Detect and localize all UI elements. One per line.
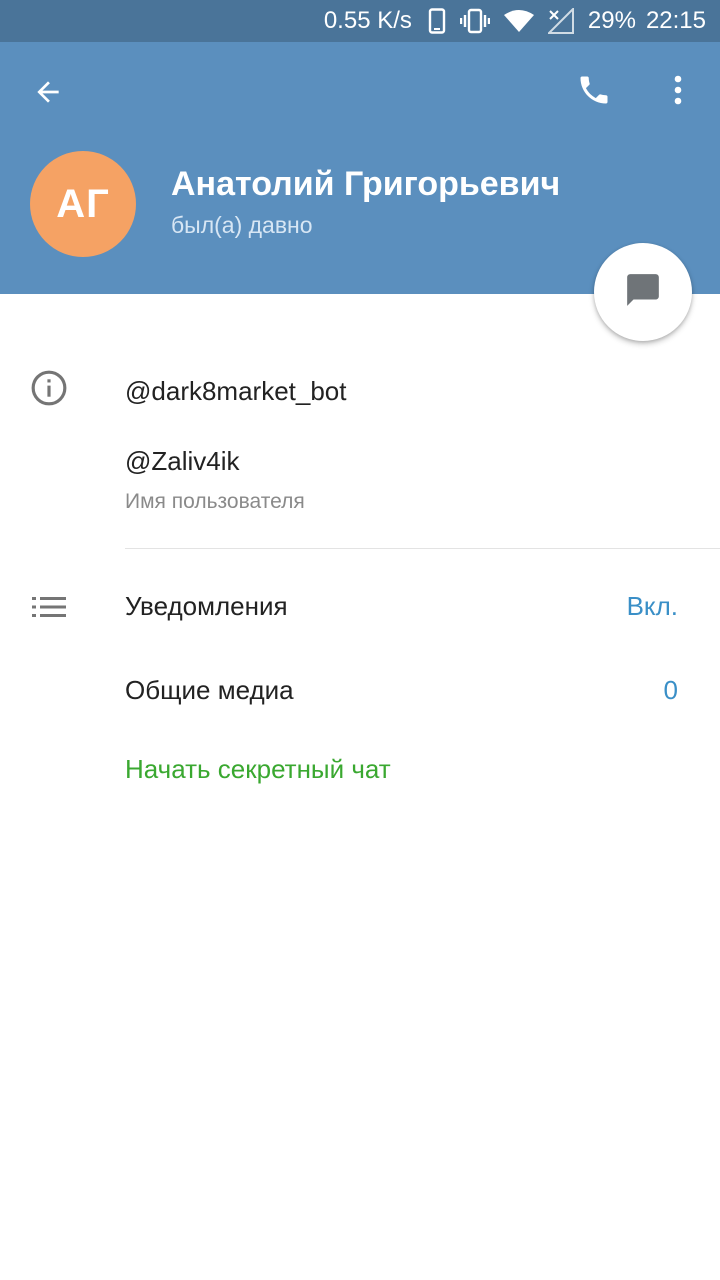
send-message-button[interactable] bbox=[594, 243, 692, 341]
shared-media-count: 0 bbox=[663, 674, 678, 705]
phone-frame-icon bbox=[428, 8, 446, 34]
message-icon bbox=[624, 271, 662, 314]
back-arrow-icon bbox=[32, 76, 64, 113]
avatar-initials: АГ bbox=[56, 181, 110, 226]
last-seen-status: был(а) давно bbox=[171, 212, 313, 238]
clock: 22:15 bbox=[645, 7, 706, 34]
battery-level: 29% bbox=[587, 7, 636, 34]
shared-media-row[interactable]: Общие медиа 0 bbox=[125, 660, 678, 720]
wifi-icon bbox=[503, 9, 534, 33]
phone-call-icon bbox=[576, 72, 612, 113]
start-secret-chat-button[interactable]: Начать секретный чат bbox=[125, 754, 391, 785]
notifications-label: Уведомления bbox=[125, 590, 288, 621]
back-button[interactable] bbox=[24, 70, 72, 118]
no-signal-icon bbox=[547, 8, 574, 34]
list-icon bbox=[32, 596, 66, 618]
info-icon bbox=[30, 369, 68, 407]
notifications-value: Вкл. bbox=[626, 590, 678, 621]
bio-text[interactable]: @dark8market_bot bbox=[125, 376, 347, 407]
notifications-row[interactable]: Уведомления Вкл. bbox=[125, 576, 678, 636]
section-divider bbox=[125, 548, 720, 549]
vibrate-icon bbox=[459, 8, 490, 34]
status-bar: 0.55 K/s 29% 22:15 bbox=[0, 0, 720, 42]
call-button[interactable] bbox=[570, 68, 618, 116]
more-vert-icon bbox=[672, 74, 684, 111]
username-caption: Имя пользователя bbox=[125, 490, 305, 513]
network-speed: 0.55 K/s bbox=[323, 7, 412, 34]
shared-media-label: Общие медиа bbox=[125, 674, 294, 705]
profile-name: Анатолий Григорьевич bbox=[171, 165, 561, 203]
username-value[interactable]: @Zaliv4ik bbox=[125, 446, 240, 477]
avatar[interactable]: АГ bbox=[30, 151, 136, 257]
more-options-button[interactable] bbox=[654, 68, 702, 116]
